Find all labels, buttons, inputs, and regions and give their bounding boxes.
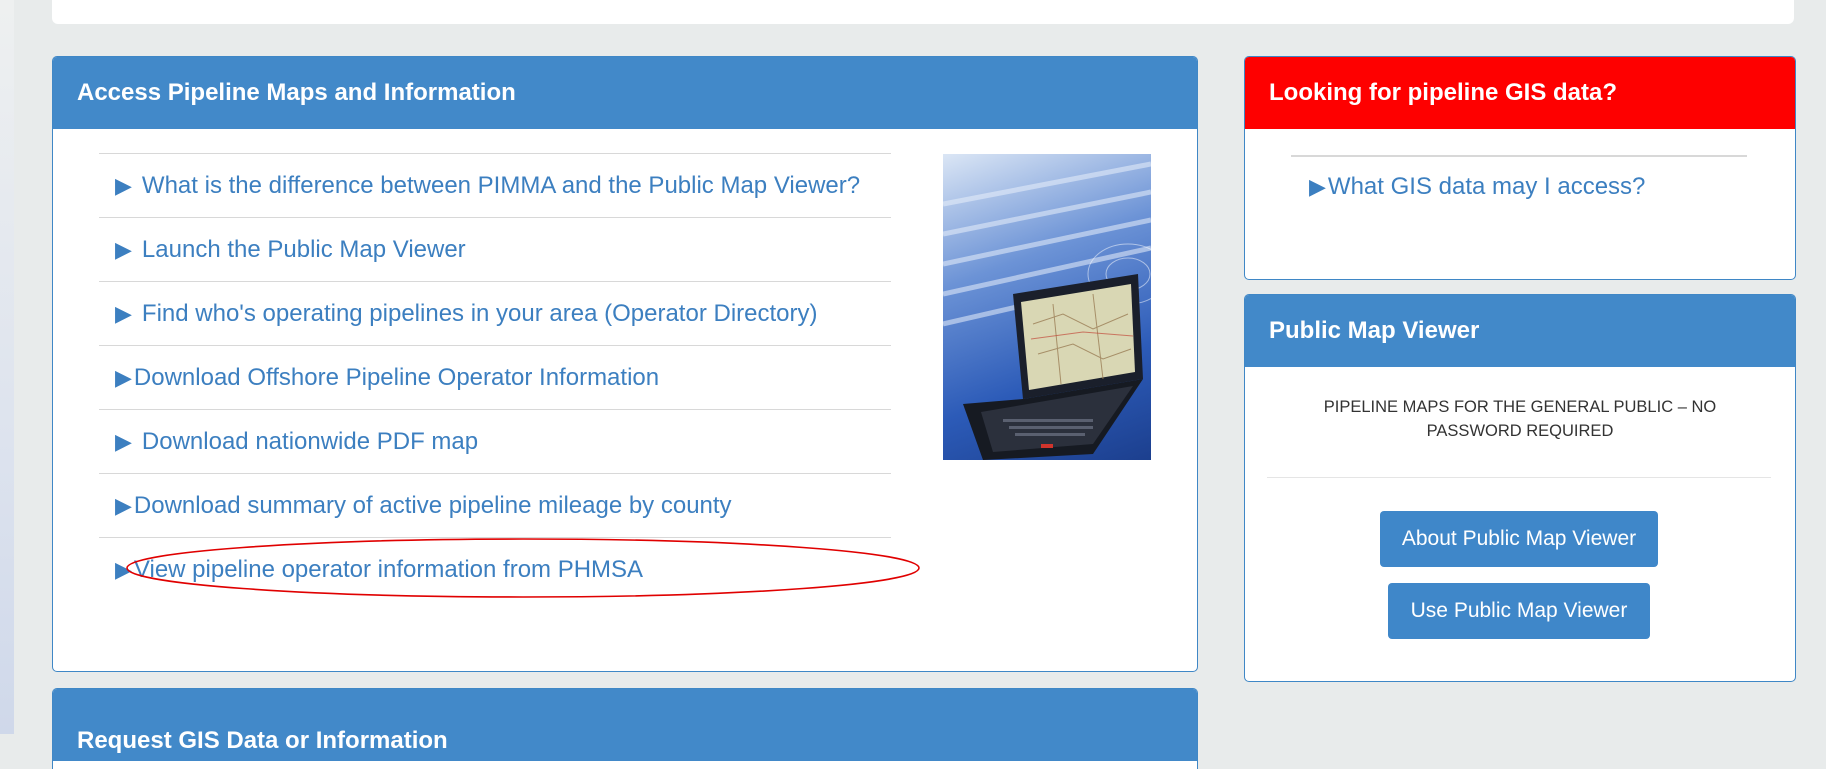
link-pimma-vs-viewer[interactable]: ▶ What is the difference between PIMMA a… bbox=[99, 153, 891, 217]
laptop-map-image bbox=[943, 154, 1151, 460]
link-label: What is the difference between PIMMA and… bbox=[141, 171, 861, 199]
panel-title: Looking for pipeline GIS data? bbox=[1245, 57, 1795, 129]
top-card bbox=[52, 0, 1794, 24]
link-operator-directory[interactable]: ▶ Find who's operating pipelines in your… bbox=[99, 281, 891, 345]
panel-title: Request GIS Data or Information bbox=[53, 689, 1197, 761]
caret-right-icon: ▶ bbox=[115, 300, 132, 326]
link-launch-public-map-viewer[interactable]: ▶ Launch the Public Map Viewer bbox=[99, 217, 891, 281]
link-label: View pipeline operator information from … bbox=[133, 555, 644, 583]
link-phmsa-operator-info[interactable]: ▶ View pipeline operator information fro… bbox=[99, 537, 891, 601]
link-label: Launch the Public Map Viewer bbox=[141, 235, 466, 263]
panel-title: Public Map Viewer bbox=[1245, 295, 1795, 367]
access-pipeline-maps-panel: Access Pipeline Maps and Information ▶ W… bbox=[52, 56, 1198, 672]
use-public-map-viewer-button[interactable]: Use Public Map Viewer bbox=[1388, 583, 1650, 639]
caret-right-icon: ▶ bbox=[115, 172, 132, 198]
caret-right-icon: ▶ bbox=[115, 236, 132, 262]
link-label: Download nationwide PDF map bbox=[141, 427, 479, 455]
link-nationwide-pdf-map[interactable]: ▶ Download nationwide PDF map bbox=[99, 409, 891, 473]
caret-right-icon: ▶ bbox=[115, 556, 132, 582]
page-edge-gradient bbox=[0, 0, 14, 734]
panel-title: Access Pipeline Maps and Information bbox=[53, 57, 1197, 129]
divider bbox=[1291, 155, 1747, 157]
link-mileage-by-county[interactable]: ▶ Download summary of active pipeline mi… bbox=[99, 473, 891, 537]
caret-right-icon: ▶ bbox=[115, 428, 132, 454]
link-label: What GIS data may I access? bbox=[1327, 173, 1646, 200]
link-what-gis-data[interactable]: ▶What GIS data may I access? bbox=[1309, 173, 1645, 201]
link-label: Find who's operating pipelines in your a… bbox=[141, 299, 818, 327]
gis-data-panel: Looking for pipeline GIS data? ▶What GIS… bbox=[1244, 56, 1796, 280]
link-label: Download Offshore Pipeline Operator Info… bbox=[133, 363, 660, 391]
caret-right-icon: ▶ bbox=[115, 364, 132, 390]
divider bbox=[1267, 477, 1771, 478]
request-gis-data-panel: Request GIS Data or Information bbox=[52, 688, 1198, 769]
link-label: Download summary of active pipeline mile… bbox=[133, 491, 732, 519]
caret-right-icon: ▶ bbox=[115, 492, 132, 518]
public-map-viewer-panel: Public Map Viewer PIPELINE MAPS FOR THE … bbox=[1244, 294, 1796, 682]
about-public-map-viewer-button[interactable]: About Public Map Viewer bbox=[1380, 511, 1658, 567]
link-offshore-operator-info[interactable]: ▶ Download Offshore Pipeline Operator In… bbox=[99, 345, 891, 409]
link-list: ▶ What is the difference between PIMMA a… bbox=[99, 153, 891, 601]
caret-right-icon: ▶ bbox=[1309, 174, 1326, 199]
pmv-description: PIPELINE MAPS FOR THE GENERAL PUBLIC – N… bbox=[1323, 398, 1717, 440]
